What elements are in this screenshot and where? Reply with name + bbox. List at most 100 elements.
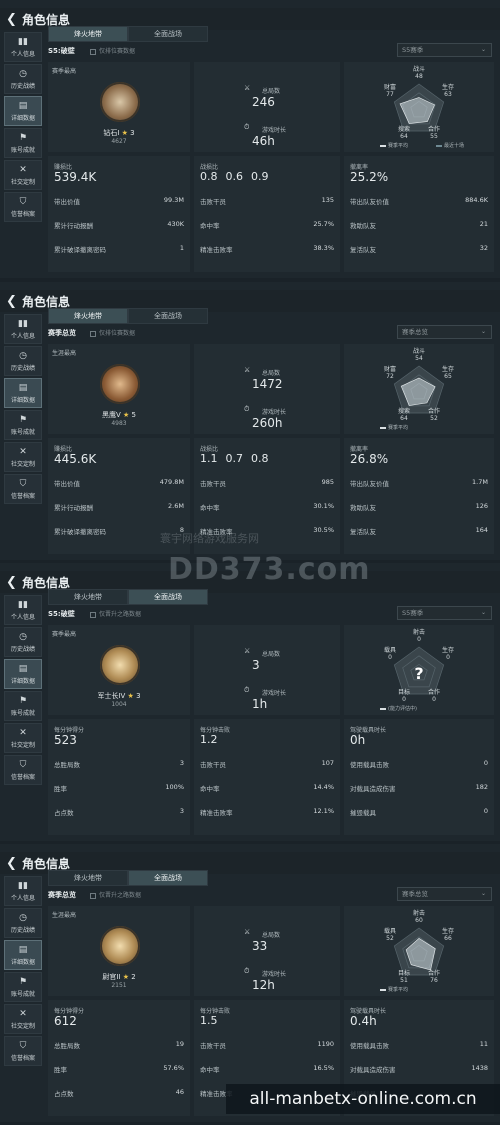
radar-axis-name: 搜索: [397, 126, 410, 133]
stats-block-value: 523: [54, 733, 77, 747]
sidebar-item-4[interactable]: ✕ 社交定制: [4, 442, 42, 472]
checkbox-label: 仅晋升之路数据: [99, 611, 142, 618]
sidebar-item-0[interactable]: ▮▮ 个人信息: [4, 876, 42, 906]
stats-row-value: 1.7M: [472, 478, 488, 486]
back-arrow-icon[interactable]: ❮: [6, 575, 22, 590]
stats-block-values: 0.8 0.6 0.9: [200, 170, 277, 183]
sidebar-item-2[interactable]: ▤ 详细数据: [4, 378, 42, 408]
stats-row-label: 带出队友价值: [350, 198, 389, 206]
chevron-down-icon: ⌄: [480, 609, 486, 616]
sidebar-item-1[interactable]: ◷ 历史战绩: [4, 346, 42, 376]
stats-row-value: 3: [179, 807, 184, 815]
tab-extraction[interactable]: 烽火地带: [48, 308, 128, 324]
sidebar-item-label: 社交定制: [10, 741, 35, 749]
sidebar-item-0[interactable]: ▮▮ 个人信息: [4, 32, 42, 62]
sidebar-item-2[interactable]: ▤ 详细数据: [4, 940, 42, 970]
radar-axis-value: 60: [415, 917, 423, 924]
back-arrow-icon[interactable]: ❮: [6, 294, 22, 309]
radar-legend-1: 赛季平均: [380, 142, 408, 149]
rank-name: 钻石I ★ 3: [48, 128, 190, 138]
sidebar-item-5[interactable]: ⛉ 信誉档案: [4, 474, 42, 504]
sidebar-item-4[interactable]: ✕ 社交定制: [4, 1004, 42, 1034]
radar-axis-value: 55: [430, 133, 438, 140]
rank-points: 1004: [111, 701, 127, 708]
tab-warfare[interactable]: 全面战场: [128, 589, 208, 605]
stats-row-label: 救助队友: [350, 222, 376, 230]
sidebar-item-1[interactable]: ◷ 历史战绩: [4, 64, 42, 94]
season-select[interactable]: 赛季总览 ⌄: [397, 887, 492, 901]
sidebar-item-0[interactable]: ▮▮ 个人信息: [4, 314, 42, 344]
sidebar-item-1[interactable]: ◷ 历史战绩: [4, 627, 42, 657]
radar-label-left: 财富 72: [378, 364, 402, 380]
stats-value-2: 0.8: [251, 452, 269, 465]
radar-label-right: 生存 65: [436, 364, 460, 380]
sidebar-item-4[interactable]: ✕ 社交定制: [4, 160, 42, 190]
stats-block-2: 每分钟击败 1.2 击败干员 107 命中率 14.4% 精准击败率 12.1%: [194, 719, 340, 835]
stats-row-label: 使用载具击败: [350, 1042, 389, 1050]
tab-warfare[interactable]: 全面战场: [128, 870, 208, 886]
sidebar-item-3[interactable]: ⚑ 账号成就: [4, 410, 42, 440]
stats-row: 对载具造成伤害 1438: [350, 1064, 488, 1074]
sidebar-icon-3: ⚑: [18, 414, 28, 425]
sidebar-item-label: 历史战绩: [10, 645, 35, 653]
watermark-text: 寰宇网络游戏服务网: [160, 532, 259, 545]
checkbox-box[interactable]: [90, 330, 96, 337]
sidebar-item-0[interactable]: ▮▮ 个人信息: [4, 595, 42, 625]
season-select[interactable]: S5赛季 ⌄: [397, 606, 492, 620]
filter-checkbox[interactable]: 仅晋升之路数据: [90, 890, 141, 899]
checkbox-box[interactable]: [90, 892, 96, 899]
stats-row: 使用载具击败 0: [350, 759, 488, 769]
rank-stars: 2: [131, 973, 136, 981]
tab-warfare[interactable]: 全面战场: [128, 308, 208, 324]
filter-checkbox[interactable]: 仅晋升之路数据: [90, 609, 141, 618]
stats-row-value: 3: [179, 759, 184, 767]
radar-label-br: 合作 76: [422, 968, 446, 984]
legend-text: 赛季平均: [388, 425, 409, 431]
tab-warfare[interactable]: 全面战场: [128, 26, 208, 42]
sidebar-item-5[interactable]: ⛉ 信誉档案: [4, 192, 42, 222]
sidebar-item-1[interactable]: ◷ 历史战绩: [4, 908, 42, 938]
season-select[interactable]: S5赛季 ⌄: [397, 43, 492, 57]
radar-axis-name: 财富: [383, 84, 396, 91]
checkbox-box[interactable]: [90, 48, 96, 55]
stats-row-value: 19: [175, 1040, 184, 1048]
stats-row: 带出队友价值 884.6K: [350, 196, 488, 206]
legend-text: (能力评估中): [388, 706, 417, 712]
sidebar-item-2[interactable]: ▤ 详细数据: [4, 659, 42, 689]
sidebar-item-3[interactable]: ⚑ 账号成就: [4, 972, 42, 1002]
stats-row-label: 胜率: [54, 1066, 67, 1074]
stats-value-0: 1.5: [200, 1014, 218, 1027]
sidebar-item-3[interactable]: ⚑ 账号成就: [4, 128, 42, 158]
tab-extraction[interactable]: 烽火地带: [48, 589, 128, 605]
filter-checkbox[interactable]: 仅排位赛数据: [90, 46, 135, 55]
sidebar-item-3[interactable]: ⚑ 账号成就: [4, 691, 42, 721]
sidebar-item-5[interactable]: ⛉ 信誉档案: [4, 755, 42, 785]
stats-row-label: 击败干员: [200, 761, 226, 769]
match-summary-card: ⚔ 总局数 246 ⏱ 游戏时长 46h: [194, 62, 340, 152]
back-arrow-icon[interactable]: ❮: [6, 856, 22, 871]
legend-swatch: [380, 707, 386, 710]
checkbox-label: 仅排位赛数据: [99, 330, 136, 337]
rank-caption: 赛季最高: [52, 68, 77, 75]
crossed-swords-icon: ⚔: [244, 928, 251, 936]
tab-extraction[interactable]: 烽火地带: [48, 26, 128, 42]
stats-row-label: 带出队友价值: [350, 480, 389, 488]
sidebar-icon-4: ✕: [19, 1008, 27, 1019]
sidebar-icon-2: ▤: [18, 663, 28, 674]
sidebar-item-2[interactable]: ▤ 详细数据: [4, 96, 42, 126]
stats-row: 救助队友 126: [350, 502, 488, 512]
stats-block-value: 0h: [350, 733, 366, 747]
tab-extraction[interactable]: 烽火地带: [48, 870, 128, 886]
radar-label-right: 生存 63: [436, 82, 460, 98]
filter-checkbox[interactable]: 仅排位赛数据: [90, 328, 135, 337]
radar-axis-value: 52: [430, 415, 438, 422]
match-summary-card: ⚔ 总局数 1472 ⏱ 游戏时长 260h: [194, 344, 340, 434]
sidebar-item-5[interactable]: ⛉ 信誉档案: [4, 1036, 42, 1066]
checkbox-box[interactable]: [90, 611, 96, 618]
sidebar-icon-5: ⛉: [19, 1040, 27, 1051]
radar-axis-name: 目标: [397, 970, 410, 977]
stats-row-label: 击败干员: [200, 198, 226, 206]
sidebar-item-4[interactable]: ✕ 社交定制: [4, 723, 42, 753]
season-select[interactable]: 赛季总览 ⌄: [397, 325, 492, 339]
back-arrow-icon[interactable]: ❮: [6, 12, 22, 27]
